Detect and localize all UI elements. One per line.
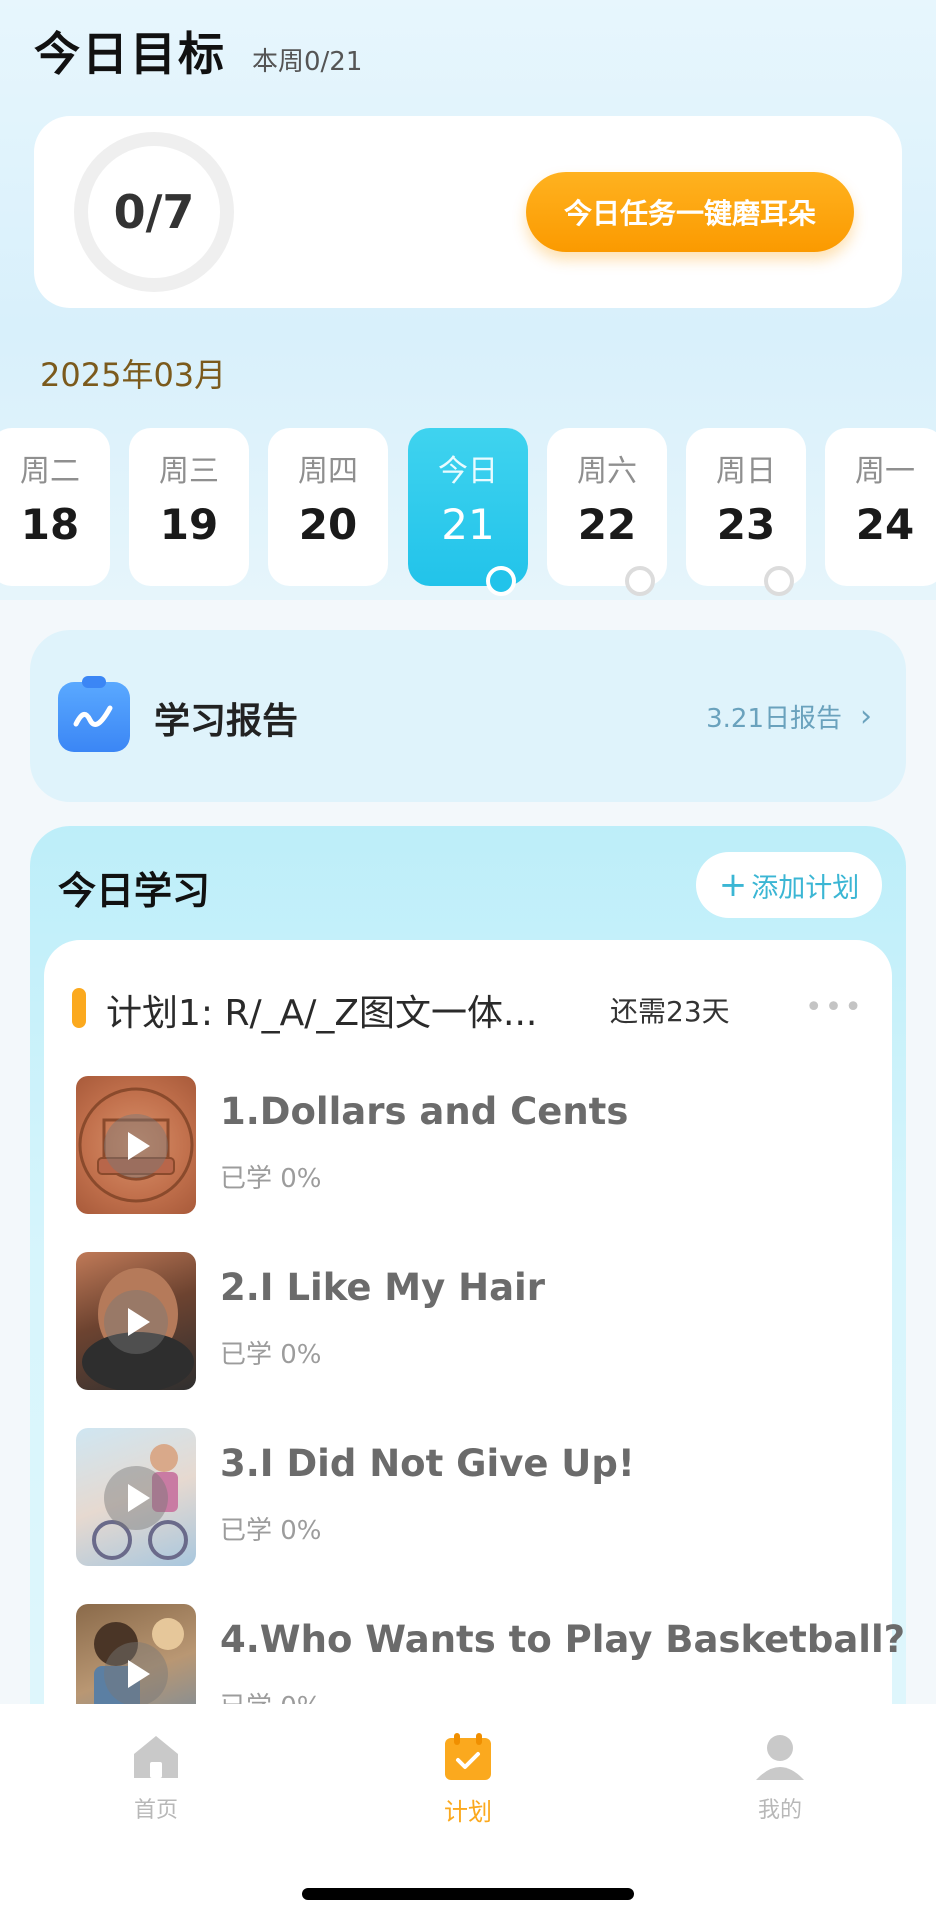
lesson-thumbnail[interactable] <box>76 1252 196 1390</box>
day-sun[interactable]: 周日 23 <box>686 428 806 596</box>
chevron-right-icon: › <box>860 699 872 734</box>
day-date: 22 <box>577 500 637 549</box>
plan-marker <box>72 988 86 1028</box>
more-icon[interactable]: ••• <box>805 990 864 1025</box>
day-status-dot <box>486 566 516 596</box>
day-sat[interactable]: 周六 22 <box>547 428 667 596</box>
report-link-label: 3.21日报告 <box>706 704 842 734</box>
header: 今日目标 本周0/21 <box>34 18 363 81</box>
day-tue[interactable]: 周二 18 <box>0 428 110 586</box>
play-icon <box>104 1114 168 1178</box>
tab-plan[interactable]: 计划 <box>388 1732 548 1827</box>
add-plan-button[interactable]: + 添加计划 <box>696 852 882 918</box>
day-mon[interactable]: 周一 24 <box>825 428 936 586</box>
day-status-dot <box>625 566 655 596</box>
week-strip: 周二 18 周三 19 周四 20 今日 21 周六 22 周日 23 周一 2… <box>0 428 936 596</box>
lesson-title: 4.Who Wants to Play Basketball? <box>220 1618 906 1661</box>
study-report-card[interactable]: 学习报告 3.21日报告 › <box>30 630 906 802</box>
play-icon <box>104 1466 168 1530</box>
add-plan-label: 添加计划 <box>751 872 860 904</box>
lesson-title: 2.I Like My Hair <box>220 1266 545 1309</box>
onekey-listen-button[interactable]: 今日任务一键磨耳朵 <box>526 172 854 252</box>
day-thu[interactable]: 周四 20 <box>268 428 388 586</box>
tab-mine[interactable]: 我的 <box>700 1732 860 1824</box>
day-wed[interactable]: 周三 19 <box>129 428 249 586</box>
lesson-item[interactable]: 3.I Did Not Give Up! 已学 0% <box>76 1428 876 1568</box>
page-title: 今日目标 <box>34 27 226 81</box>
lesson-title: 1.Dollars and Cents <box>220 1090 629 1133</box>
month-label: 2025年03月 <box>40 356 227 394</box>
lesson-thumbnail[interactable] <box>76 1428 196 1566</box>
play-icon <box>104 1290 168 1354</box>
day-weekday: 今日 <box>438 454 498 489</box>
calendar-check-icon <box>442 1732 494 1782</box>
day-weekday: 周三 <box>159 454 219 489</box>
day-date: 21 <box>441 500 495 549</box>
day-weekday: 周四 <box>298 454 358 489</box>
today-study-title: 今日学习 <box>58 869 211 913</box>
progress-card: 0/7 今日任务一键磨耳朵 <box>34 116 902 308</box>
progress-value: 0/7 <box>113 185 195 239</box>
report-title: 学习报告 <box>154 701 299 742</box>
day-weekday: 周一 <box>855 454 915 489</box>
user-icon <box>754 1732 806 1782</box>
day-date: 23 <box>716 500 776 549</box>
lesson-item[interactable]: 1.Dollars and Cents 已学 0% <box>76 1076 876 1216</box>
lesson-thumbnail[interactable] <box>76 1076 196 1214</box>
plan-days-left: 还需23天 <box>610 995 730 1028</box>
day-date: 24 <box>855 500 915 549</box>
tab-mine-label: 我的 <box>757 1798 802 1823</box>
lesson-progress: 已学 0% <box>220 1516 322 1546</box>
day-today[interactable]: 今日 21 <box>408 428 528 596</box>
progress-ring: 0/7 <box>74 132 234 292</box>
lesson-item[interactable]: 2.I Like My Hair 已学 0% <box>76 1252 876 1392</box>
tab-home-label: 首页 <box>133 1798 178 1823</box>
tab-plan-label: 计划 <box>444 1798 492 1826</box>
home-indicator <box>302 1888 634 1900</box>
day-date: 18 <box>20 500 80 549</box>
day-weekday: 周日 <box>716 454 776 489</box>
day-weekday: 周二 <box>20 454 80 489</box>
plus-icon: + <box>718 865 748 905</box>
day-weekday: 周六 <box>577 454 637 489</box>
day-date: 20 <box>298 500 358 549</box>
plan-name[interactable]: 计划1: R/_A/_Z图文一体... <box>106 984 586 1036</box>
day-date: 19 <box>159 500 219 549</box>
tab-home[interactable]: 首页 <box>76 1732 236 1824</box>
lesson-progress: 已学 0% <box>220 1340 322 1370</box>
lesson-title: 3.I Did Not Give Up! <box>220 1442 635 1485</box>
chart-trend-icon <box>58 676 130 752</box>
day-status-dot <box>764 566 794 596</box>
play-icon <box>104 1642 168 1706</box>
report-link[interactable]: 3.21日报告 › <box>706 698 872 735</box>
week-progress: 本周0/21 <box>252 47 363 77</box>
lesson-progress: 已学 0% <box>220 1164 322 1194</box>
home-icon <box>130 1732 182 1782</box>
